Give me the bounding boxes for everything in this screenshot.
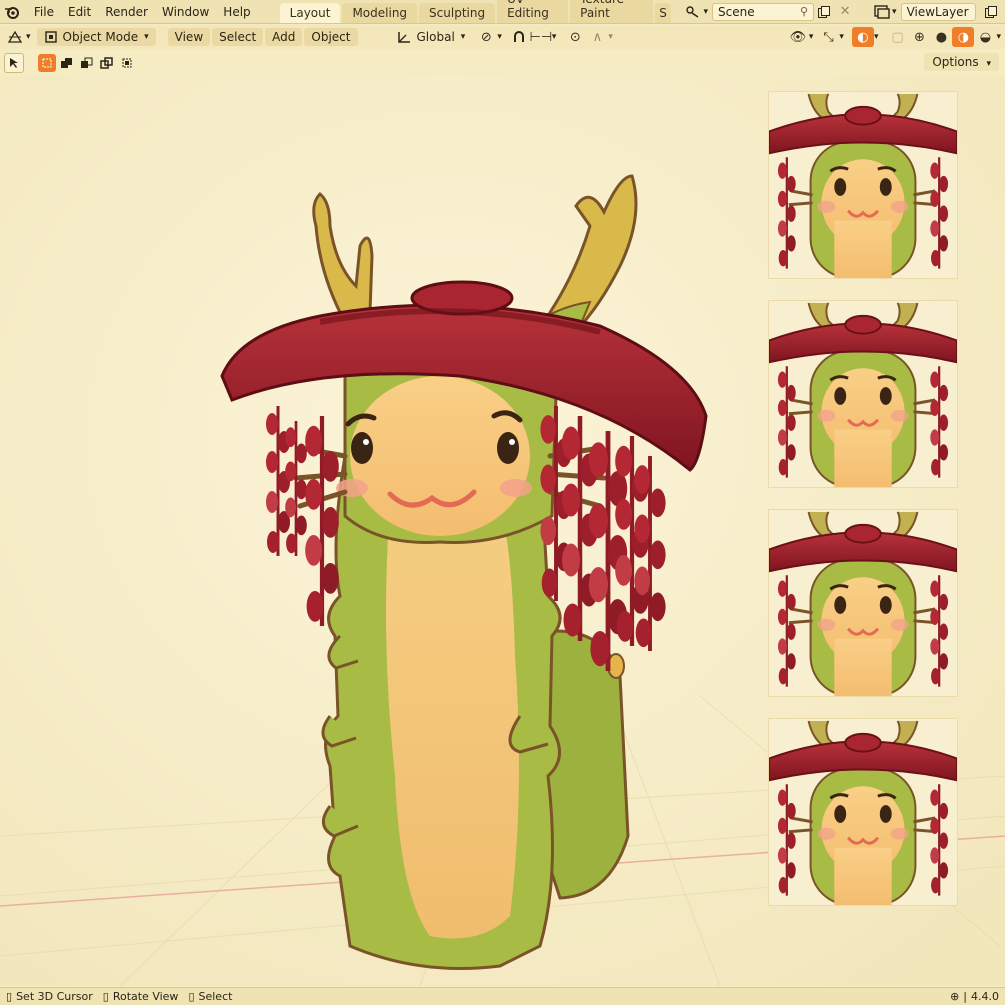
version-label: 4.4.0 xyxy=(971,990,999,1003)
status-hint-cursor: Set 3D Cursor xyxy=(16,990,93,1003)
menu-edit[interactable]: Edit xyxy=(61,3,98,21)
preview-thumbnail[interactable] xyxy=(768,91,958,279)
pivot-point-icon[interactable]: ⊘ xyxy=(475,27,497,47)
material-preview-icon[interactable]: ◑ xyxy=(952,27,975,47)
tab-modeling[interactable]: Modeling xyxy=(342,2,418,23)
wireframe-shading-icon[interactable]: ⊕ xyxy=(908,27,930,47)
status-hint-select: Select xyxy=(198,990,233,1003)
rendered-shading-icon[interactable]: ◒ xyxy=(974,27,996,47)
select-tool-icon[interactable] xyxy=(4,53,24,73)
delete-scene-icon[interactable]: ✕ xyxy=(835,2,856,22)
gizmo-icon[interactable]: ⤡ xyxy=(817,27,839,47)
select-mode-intersect-icon[interactable] xyxy=(118,54,136,72)
new-scene-icon[interactable] xyxy=(814,2,835,22)
object-mode-icon xyxy=(44,31,57,43)
menu-help[interactable]: Help xyxy=(216,3,257,21)
proportional-edit-icon[interactable]: ⊙ xyxy=(564,27,586,47)
view-layer-name: ViewLayer xyxy=(906,4,969,19)
tool-settings-row xyxy=(0,51,1005,75)
3d-viewport[interactable] xyxy=(0,76,1005,986)
select-mode-subtract-icon[interactable] xyxy=(78,54,96,72)
menu-window[interactable]: Window xyxy=(155,3,216,21)
scene-name-field[interactable]: Scene ⚲ xyxy=(712,2,815,21)
options-dropdown[interactable]: Options ▾ xyxy=(924,53,999,71)
overlays-icon[interactable]: ◐ xyxy=(851,27,874,47)
mouse-middle-icon: ▯ xyxy=(102,990,109,1003)
mouse-right-icon: ▯ xyxy=(188,990,195,1003)
transform-orientation-selector[interactable]: Global ▾ xyxy=(396,30,465,44)
select-menu[interactable]: Select xyxy=(212,28,264,46)
select-mode-difference-icon[interactable] xyxy=(98,54,116,72)
options-label: Options xyxy=(932,55,979,69)
view-layer-field[interactable]: ViewLayer xyxy=(900,2,977,21)
tab-texture-paint[interactable]: Texture Paint xyxy=(570,0,654,23)
preview-thumbnail[interactable] xyxy=(768,509,958,697)
select-mode-extend-icon[interactable] xyxy=(58,54,76,72)
falloff-icon[interactable]: ∧ xyxy=(586,27,608,47)
tab-uv-editing[interactable]: UV Editing xyxy=(497,0,569,23)
blender-logo-icon[interactable] xyxy=(4,3,21,21)
workspace-tabs: Layout Modeling Sculpting UV Editing Tex… xyxy=(279,0,673,23)
mode-label: Object Mode xyxy=(62,30,139,44)
status-bar: ▯ Set 3D Cursor ▯ Rotate View ▯ Select ⊕… xyxy=(0,987,1005,1005)
viewport-header: ▾ Object Mode ▾ View Select Add Object G… xyxy=(0,25,1005,49)
status-hint-rotate: Rotate View xyxy=(112,990,179,1003)
scene-name: Scene xyxy=(718,4,755,19)
new-view-layer-icon[interactable] xyxy=(980,2,1001,22)
orientation-label: Global xyxy=(416,30,455,44)
mode-selector[interactable]: Object Mode ▾ xyxy=(36,28,156,46)
orientation-axes-icon xyxy=(397,32,410,43)
solid-shading-icon[interactable]: ● xyxy=(930,27,952,47)
snap-toggle-icon[interactable] xyxy=(508,27,530,47)
menu-file[interactable]: File xyxy=(27,3,61,21)
tab-layout[interactable]: Layout xyxy=(279,2,341,23)
xray-icon[interactable]: ▢ xyxy=(886,27,908,47)
view-menu[interactable]: View xyxy=(167,28,211,46)
top-bar: File Edit Render Window Help Layout Mode… xyxy=(0,0,1005,24)
mouse-left-icon: ▯ xyxy=(6,990,13,1003)
editor-type-icon[interactable] xyxy=(4,27,26,47)
pin-icon[interactable]: ⚲ xyxy=(800,5,808,18)
add-menu[interactable]: Add xyxy=(265,28,303,46)
object-menu[interactable]: Object xyxy=(304,28,358,46)
scene-selector-icon[interactable] xyxy=(683,2,704,22)
view-layer-icon[interactable] xyxy=(871,2,892,22)
snap-target-icon[interactable]: ⊢⊣ xyxy=(530,27,553,47)
menu-render[interactable]: Render xyxy=(98,3,155,21)
preview-thumbnail[interactable] xyxy=(768,300,958,488)
globe-icon[interactable]: ⊕ xyxy=(950,990,959,1003)
tab-sculpting[interactable]: Sculpting xyxy=(419,2,496,23)
preview-thumbnail[interactable] xyxy=(768,718,958,906)
select-mode-new-icon[interactable] xyxy=(38,54,56,72)
visibility-icon[interactable]: 👁 xyxy=(787,27,809,47)
tab-shading[interactable]: S xyxy=(655,2,671,23)
